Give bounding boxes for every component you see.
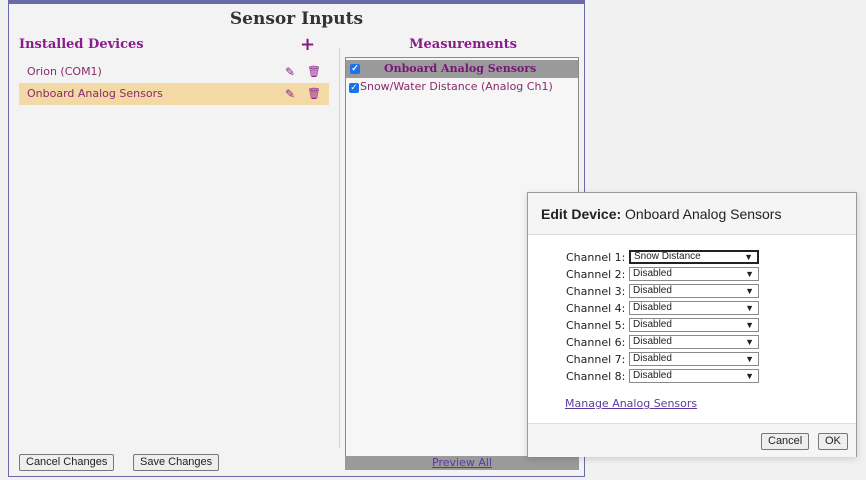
channel-label: Channel 5: — [566, 319, 626, 332]
channel-label: Channel 1: — [566, 251, 626, 264]
measurements-title: Measurements — [409, 37, 517, 52]
preview-bar: Preview All — [345, 456, 579, 470]
select-value: Snow Distance — [634, 251, 701, 262]
select-value: Disabled — [633, 302, 672, 313]
delete-trash-icon[interactable]: 🗑 — [307, 83, 321, 105]
cancel-changes-button[interactable]: Cancel Changes — [19, 454, 115, 471]
chevron-down-icon: ▼ — [744, 252, 753, 262]
delete-trash-icon[interactable]: 🗑 — [307, 61, 321, 83]
select-value: Disabled — [633, 336, 672, 347]
group-checkbox[interactable]: ✓ — [350, 64, 360, 74]
chevron-down-icon: ▼ — [745, 371, 754, 381]
edit-pencil-icon[interactable]: ✎ — [285, 61, 295, 83]
measurement-group-header: ✓ Onboard Analog Sensors — [346, 60, 578, 78]
edit-device-dialog: Edit Device: Onboard Analog Sensors Chan… — [527, 192, 857, 457]
plus-icon: + — [300, 34, 316, 55]
device-label: Onboard Analog Sensors — [27, 87, 163, 100]
measurement-item: Snow/Water Distance (Analog Ch1) — [360, 80, 553, 93]
dialog-header: Edit Device: Onboard Analog Sensors — [528, 193, 856, 235]
select-value: Disabled — [633, 285, 672, 296]
chevron-down-icon: ▼ — [745, 303, 754, 313]
installed-devices-title: Installed Devices — [19, 37, 144, 52]
measurement-checkbox[interactable]: ✓ — [349, 83, 359, 93]
edit-pencil-icon[interactable]: ✎ — [285, 83, 295, 105]
device-row-onboard-analog[interactable]: Onboard Analog Sensors ✎ 🗑 — [19, 83, 329, 105]
channel-label: Channel 3: — [566, 285, 626, 298]
add-device-button[interactable]: + — [300, 34, 315, 55]
channel-select[interactable]: Disabled ▼ — [629, 284, 759, 298]
channel-select[interactable]: Disabled ▼ — [629, 335, 759, 349]
chevron-down-icon: ▼ — [745, 337, 754, 347]
channel-label: Channel 4: — [566, 302, 626, 315]
select-value: Disabled — [633, 268, 672, 279]
chevron-down-icon: ▼ — [745, 286, 754, 296]
channel-select[interactable]: Disabled ▼ — [629, 369, 759, 383]
channel-label: Channel 2: — [566, 268, 626, 281]
channel-label: Channel 6: — [566, 336, 626, 349]
dialog-title-name: Onboard Analog Sensors — [625, 206, 782, 222]
group-label: Onboard Analog Sensors — [384, 62, 537, 75]
device-row-orion[interactable]: Orion (COM1) ✎ 🗑 — [19, 61, 329, 83]
device-label: Orion (COM1) — [27, 65, 102, 78]
channel-select[interactable]: Snow Distance ▼ — [629, 250, 759, 264]
select-value: Disabled — [633, 319, 672, 330]
select-value: Disabled — [633, 353, 672, 364]
page-title: Sensor Inputs — [229, 9, 364, 29]
dialog-title-prefix: Edit Device: — [541, 206, 622, 222]
channel-label: Channel 7: — [566, 353, 626, 366]
dialog-ok-button[interactable]: OK — [818, 433, 848, 450]
channel-select[interactable]: Disabled ▼ — [629, 352, 759, 366]
dialog-footer: Cancel OK — [528, 423, 856, 457]
manage-analog-sensors-link[interactable]: Manage Analog Sensors — [565, 397, 697, 410]
preview-all-link[interactable]: Preview All — [432, 456, 492, 469]
dialog-cancel-button[interactable]: Cancel — [761, 433, 810, 450]
channel-select[interactable]: Disabled ▼ — [629, 318, 759, 332]
channel-label: Channel 8: — [566, 370, 626, 383]
save-changes-button[interactable]: Save Changes — [133, 454, 220, 471]
channel-select[interactable]: Disabled ▼ — [629, 301, 759, 315]
select-value: Disabled — [633, 370, 672, 381]
channel-select[interactable]: Disabled ▼ — [629, 267, 759, 281]
column-divider — [339, 48, 340, 448]
chevron-down-icon: ▼ — [745, 320, 754, 330]
chevron-down-icon: ▼ — [745, 269, 754, 279]
chevron-down-icon: ▼ — [745, 354, 754, 364]
